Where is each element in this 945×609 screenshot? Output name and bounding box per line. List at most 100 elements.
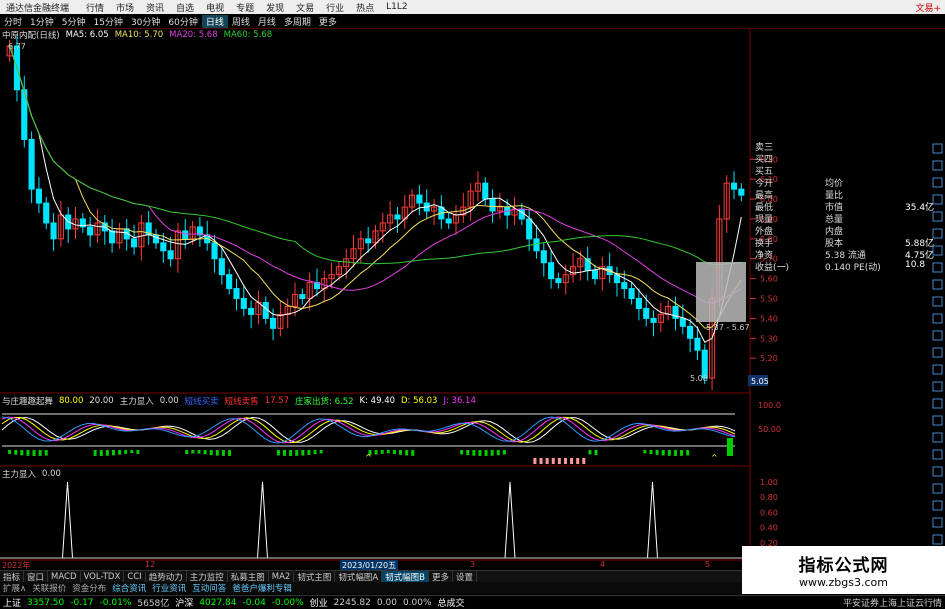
cy-name[interactable]: 创业	[307, 596, 331, 609]
quote-row: 收益(一) 0.140 PE(动) 10.8	[755, 260, 945, 273]
side-tool-icon	[932, 194, 943, 205]
kdj-histogram-bar	[661, 450, 665, 456]
candle-body	[130, 238, 138, 248]
kdj-histogram-bar	[191, 450, 195, 454]
indicator-tab[interactable]: MACD	[48, 571, 81, 582]
info-tab[interactable]: 互动问答	[189, 582, 229, 594]
sh-value: 3357.50	[27, 597, 65, 608]
candle-body	[109, 230, 116, 244]
side-icon-strip[interactable]	[930, 140, 945, 570]
indicator-tab[interactable]: 更多	[429, 570, 454, 583]
kdj-histogram-bar	[209, 450, 213, 456]
kdj-j: J: 36.14	[443, 395, 476, 406]
candle-body	[248, 307, 255, 315]
info-tab[interactable]: 行业资讯	[149, 582, 189, 594]
indicator-tab[interactable]: 私募主图	[228, 570, 269, 583]
kdj-title: 与庄趣趣起舞	[2, 396, 54, 407]
candle-body	[548, 262, 555, 280]
candle-body	[270, 317, 277, 329]
candle-body	[394, 214, 401, 220]
kdj-histogram-bar	[588, 450, 592, 455]
indicator-tab[interactable]: VOL-TDX	[81, 571, 125, 582]
candle-body	[233, 288, 240, 300]
range-annotation: 5.37 - 5.67	[706, 323, 750, 332]
main-force-header: 主力显入 0.00	[2, 468, 61, 480]
info-tab[interactable]: 爸爸户爆利专辑	[229, 582, 295, 594]
watermark: 指标公式网 www.zbgs3.com	[742, 546, 945, 594]
candle-body	[87, 226, 94, 236]
candle-body	[738, 188, 745, 196]
sh-name[interactable]: 上证	[0, 596, 24, 609]
kdj-histogram-bar	[313, 450, 317, 455]
kdj-histogram-bar	[411, 450, 415, 456]
candle-body	[43, 202, 50, 224]
kdj-k: K: 49.40	[359, 395, 396, 406]
indicator-tab[interactable]: 韧式幅图B	[382, 570, 429, 583]
kdj-histogram-bar	[386, 450, 390, 454]
candle-body	[591, 270, 599, 280]
side-tool-icon	[932, 313, 943, 324]
candle-body	[182, 230, 189, 240]
indicator-tab[interactable]: 趋势动力	[146, 570, 187, 583]
quote-row: 最低 市值 35.4亿	[755, 200, 945, 213]
kdj-t1: 庄家出货: 6.52	[295, 396, 354, 407]
indicator-tab[interactable]: 设置	[453, 570, 478, 583]
kdj-histogram-bar	[533, 458, 537, 464]
kdj-histogram-bar	[307, 450, 311, 455]
info-tab[interactable]: 扩展∧	[0, 582, 29, 594]
side-tool-icon	[932, 177, 943, 188]
candle-body	[218, 258, 225, 276]
kdj-histogram-bar	[185, 450, 189, 455]
indicator-tab[interactable]: 窗口	[24, 570, 49, 583]
kdj-histogram-bar	[594, 450, 598, 456]
kdj-histogram-bar	[124, 450, 128, 454]
side-tool-icon	[932, 449, 943, 460]
candle-body	[240, 298, 247, 309]
candle-body	[540, 250, 547, 264]
indicator-tab[interactable]: CCI	[124, 571, 146, 582]
side-tool-icon	[932, 143, 943, 154]
main-force-spike	[257, 481, 268, 559]
sz-value: 4027.84	[199, 597, 237, 608]
candle-body	[526, 218, 533, 240]
watermark-url: www.zbgs3.com	[799, 576, 888, 589]
low-annotation: 5.08	[690, 374, 708, 383]
sz-name[interactable]: 沪深	[172, 596, 196, 609]
kdj-t4: 17.57	[264, 395, 290, 406]
kdj-histogram-bar	[673, 450, 677, 456]
indicator-tab[interactable]: 指标	[0, 570, 25, 583]
info-tab[interactable]: 关联报价	[29, 582, 69, 594]
indicator-tab[interactable]: MA2	[269, 571, 295, 582]
main-force-tick: 0.80	[760, 493, 778, 502]
quote-row: 卖三	[755, 140, 945, 153]
sz-percent: -0.00%	[271, 597, 304, 608]
kdj-histogram-bar	[686, 450, 690, 456]
side-tool-icon	[932, 245, 943, 256]
kdj-histogram-bar	[557, 458, 561, 464]
side-tool-icon	[932, 364, 943, 375]
main-force-spike	[647, 481, 658, 559]
indicator-tab[interactable]: 主力监控	[187, 570, 228, 583]
kdj-main-val: 0.00	[159, 395, 179, 406]
candle-body	[482, 182, 489, 200]
kdj-histogram-bar	[582, 458, 586, 464]
side-tool-icon	[932, 262, 943, 273]
kdj-header: 与庄趣趣起舞 80.00 20.00 主力显入 0.00 短线买卖 短线卖售 1…	[2, 395, 476, 407]
info-tab[interactable]: 资金分布	[69, 582, 109, 594]
kdj-histogram-bar	[38, 450, 42, 456]
indicator-tab[interactable]: 韧式幅图A	[335, 570, 383, 583]
kdj-indicator: ^ ^ 100.0 50.00	[1, 401, 781, 464]
kdj-histogram-bar	[282, 450, 286, 456]
watermark-title: 指标公式网	[798, 556, 889, 576]
indicator-tab[interactable]: 韧式主图	[294, 570, 336, 583]
quote-row: 净资 5.38 流通 4.75亿	[755, 248, 945, 261]
kdj-histogram-bar	[301, 450, 305, 456]
side-tool-icon	[932, 534, 943, 545]
main-force-spike	[504, 481, 516, 559]
date-label: 3	[470, 560, 476, 569]
kdj-histogram-bar	[319, 450, 323, 454]
kdj-histogram-bar	[576, 458, 580, 464]
cy-change: 0.00	[376, 597, 397, 608]
main-force-tick: 0.60	[760, 508, 778, 517]
info-tab[interactable]: 综合资讯	[109, 582, 149, 594]
